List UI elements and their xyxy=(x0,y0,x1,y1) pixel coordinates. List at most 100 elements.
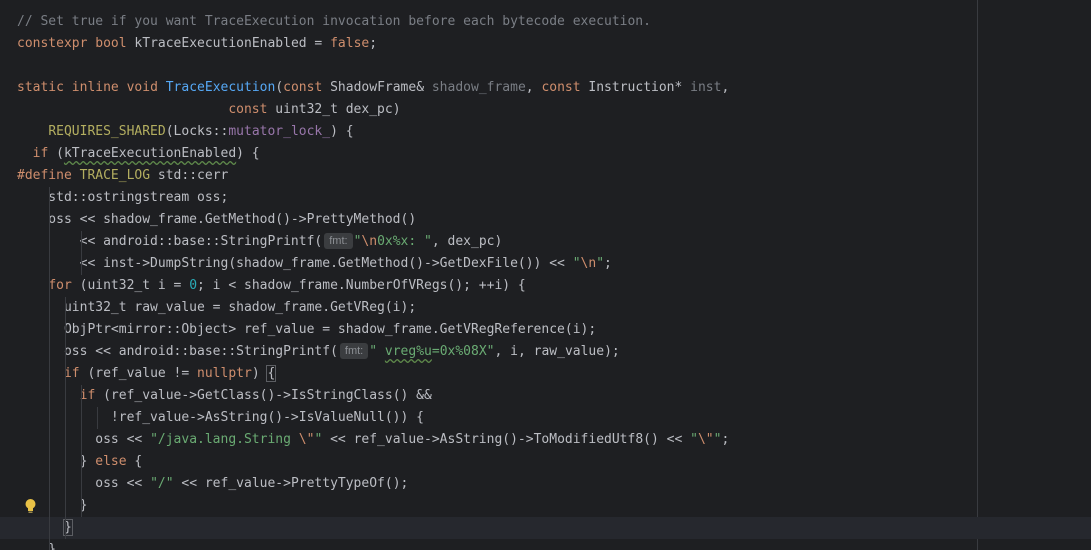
code-token: " xyxy=(572,256,581,271)
code-line[interactable] xyxy=(0,55,1091,77)
code-token: { xyxy=(126,454,143,469)
code-token: ( xyxy=(48,146,64,161)
code-line[interactable]: oss << "/java.lang.String \"" << ref_val… xyxy=(0,429,1091,451)
code-token: \" xyxy=(298,432,315,447)
code-line[interactable]: } xyxy=(0,539,1091,550)
code-line[interactable]: uint32_t raw_value = shadow_frame.GetVRe… xyxy=(0,297,1091,319)
code-token: shadow_frame xyxy=(431,80,526,95)
indent-guide xyxy=(49,231,50,253)
code-token: // Set true if you want TraceExecution i… xyxy=(17,14,651,29)
indent-guide xyxy=(49,297,50,319)
code-line[interactable]: for (uint32_t i = 0; i < shadow_frame.Nu… xyxy=(0,275,1091,297)
code-line[interactable]: if (ref_value->GetClass()->IsStringClass… xyxy=(0,385,1091,407)
code-token: constexpr xyxy=(17,36,88,51)
indent-guide xyxy=(49,495,50,517)
code-token: nullptr xyxy=(197,366,252,381)
code-token: std::cerr xyxy=(150,168,229,183)
code-token: bool xyxy=(95,36,127,51)
code-line[interactable]: REQUIRES_SHARED(Locks::mutator_lock_) { xyxy=(0,121,1091,143)
indent-guide xyxy=(49,187,50,209)
code-token: << ref_value->PrettyTypeOf(); xyxy=(173,476,409,491)
code-token: \" xyxy=(697,432,714,447)
code-token: ; i < shadow_frame.NumberOfVRegs(); ++i)… xyxy=(197,278,526,293)
indent-guide xyxy=(49,385,50,407)
code-token: uint32_t dex_pc) xyxy=(267,102,401,117)
lightbulb-icon[interactable] xyxy=(24,495,37,517)
indent-guide xyxy=(81,451,82,473)
code-line[interactable]: #define TRACE_LOG std::cerr xyxy=(0,165,1091,187)
code-token: (ref_value != xyxy=(79,366,198,381)
code-line[interactable]: } xyxy=(0,495,1091,517)
code-token: inline xyxy=(71,80,119,95)
code-token: if xyxy=(32,146,49,161)
code-line[interactable]: ObjPtr<mirror::Object> ref_value = shado… xyxy=(0,319,1091,341)
code-line[interactable]: if (kTraceExecutionEnabled) { xyxy=(0,143,1091,165)
code-token: " xyxy=(596,256,605,271)
code-line[interactable]: if (ref_value != nullptr) { xyxy=(0,363,1091,385)
indent-guide xyxy=(49,275,50,297)
code-line[interactable]: !ref_value->AsString()->IsValueNull()) { xyxy=(0,407,1091,429)
code-line[interactable]: oss << "/" << ref_value->PrettyTypeOf(); xyxy=(0,473,1091,495)
indent-guide xyxy=(49,473,50,495)
code-line[interactable]: } xyxy=(0,517,1091,539)
indent-guide xyxy=(49,451,50,473)
code-token: const xyxy=(541,80,581,95)
code-token: ShadowFrame& xyxy=(322,80,432,95)
code-token: static xyxy=(17,80,64,95)
code-line[interactable]: static inline void TraceExecution(const … xyxy=(0,77,1091,99)
code-line[interactable]: oss << android::base::StringPrintf(fmt: "… xyxy=(0,341,1091,363)
indent-guide xyxy=(65,341,66,363)
indent-guide xyxy=(65,429,66,451)
code-line[interactable]: std::ostringstream oss; xyxy=(0,187,1091,209)
code-token: const xyxy=(283,80,323,95)
code-line[interactable]: << android::base::StringPrintf(fmt: "\n0x… xyxy=(0,231,1091,253)
code-token: void xyxy=(126,80,158,95)
code-token: if xyxy=(63,366,80,381)
parameter-hint: fmt: xyxy=(339,343,369,359)
indent-guide xyxy=(81,407,82,429)
code-token: ; xyxy=(604,256,612,271)
code-line[interactable]: // Set true if you want TraceExecution i… xyxy=(0,11,1091,33)
indent-guide xyxy=(49,363,50,385)
indent-guide xyxy=(49,539,50,550)
indent-guide xyxy=(81,495,82,517)
indent-guide xyxy=(65,495,66,517)
code-token: << android::base::StringPrintf( xyxy=(17,234,323,249)
code-token: 0x%x: " xyxy=(377,234,432,249)
code-token: TraceExecution xyxy=(165,80,276,95)
code-token: , xyxy=(721,80,730,95)
code-editor[interactable]: // Set true if you want TraceExecution i… xyxy=(0,0,1091,550)
indent-guide xyxy=(65,473,66,495)
code-token: , xyxy=(525,80,542,95)
indent-guide xyxy=(65,451,66,473)
code-token: oss << shadow_frame.GetMethod()->PrettyM… xyxy=(17,212,417,227)
code-token: (Locks:: xyxy=(165,124,229,139)
code-token: oss << xyxy=(17,432,151,447)
code-line[interactable]: } else { xyxy=(0,451,1091,473)
code-token: else xyxy=(95,454,127,469)
code-token: ( xyxy=(275,80,284,95)
indent-guide xyxy=(49,209,50,231)
code-token: false xyxy=(330,36,370,51)
code-area[interactable]: // Set true if you want TraceExecution i… xyxy=(0,11,1091,550)
code-line[interactable]: constexpr bool kTraceExecutionEnabled = … xyxy=(0,33,1091,55)
code-token: << inst->DumpString(shadow_frame.GetMeth… xyxy=(17,256,573,271)
code-token: inst xyxy=(690,80,722,95)
code-token: mutator_lock_ xyxy=(228,124,331,139)
indent-guide xyxy=(81,473,82,495)
code-token: uint32_t raw_value = shadow_frame.GetVRe… xyxy=(17,300,417,315)
code-line[interactable]: oss << shadow_frame.GetMethod()->PrettyM… xyxy=(0,209,1091,231)
code-token: vreg%u xyxy=(384,344,432,359)
code-token: !ref_value->AsString()->IsValueNull()) { xyxy=(17,410,424,425)
indent-guide xyxy=(49,319,50,341)
code-line[interactable]: << inst->DumpString(shadow_frame.GetMeth… xyxy=(0,253,1091,275)
code-token: TRACE_LOG xyxy=(79,168,151,183)
code-token: Instruction* xyxy=(580,80,691,95)
code-line[interactable]: const uint32_t dex_pc) xyxy=(0,99,1091,121)
indent-guide xyxy=(49,253,50,275)
